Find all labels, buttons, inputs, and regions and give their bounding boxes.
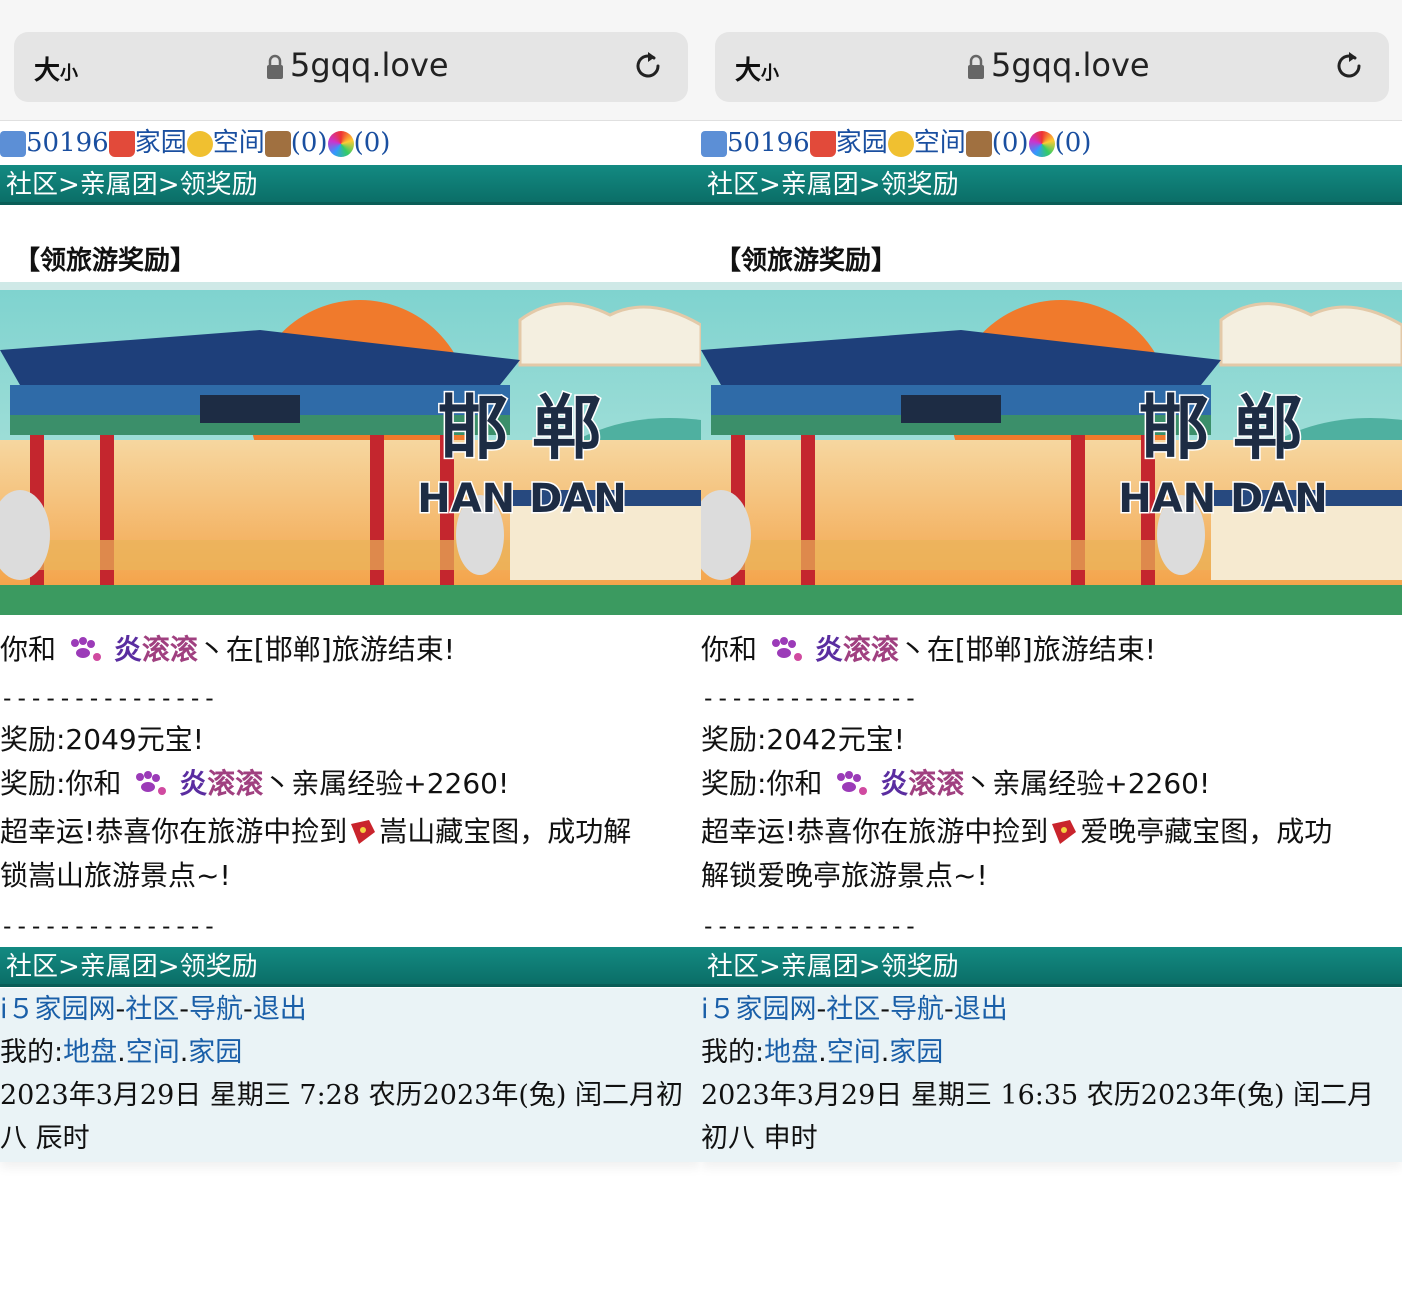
home-link[interactable]: 家园	[188, 1037, 242, 1068]
color-wheel-icon	[1028, 131, 1055, 157]
home-icon	[108, 131, 135, 157]
divider	[701, 282, 1402, 290]
handan-banner-image: 邯 郸 HAN DAN	[701, 290, 1402, 615]
treasure-map-message: 超幸运!恭喜你在旅游中捡到 嵩山藏宝图，成功解 锁嵩山旅游景点~!	[0, 815, 632, 892]
home-link[interactable]: 家园	[836, 128, 888, 158]
travel-finished-line: 你和 炎滚滚丶在[邯郸]旅游结束!	[0, 633, 455, 666]
footer: i５家园网-社区-导航-退出 我的:地盘.空间.家园 2023年3月29日 星期…	[0, 988, 701, 1162]
breadcrumb-top[interactable]: 社区>亲属团>领奖励	[701, 165, 1402, 205]
count-link-2[interactable]: (0)	[1055, 128, 1092, 158]
separator: ---------------	[701, 684, 918, 712]
section-title: 【领旅游奖励】	[715, 246, 898, 276]
section-title: 【领旅游奖励】	[14, 246, 197, 276]
reward-yuanbao: 奖励:2049元宝!	[0, 723, 204, 756]
travel-finished-line: 你和 炎滚滚丶在[邯郸]旅游结束!	[701, 633, 1156, 666]
home-link[interactable]: 家园	[889, 1037, 943, 1068]
color-wheel-icon	[327, 131, 354, 157]
star-icon	[186, 131, 213, 157]
home-icon	[809, 131, 836, 157]
right-phone-screenshot: 大小 5gqq.love 50196 家园 空间 (0) (0) 社区>亲属团>领奖励 …	[701, 0, 1402, 1306]
breadcrumb-top[interactable]: 社区>亲属团>领奖励	[0, 165, 701, 205]
divider	[0, 282, 701, 290]
star-icon	[887, 131, 914, 157]
space-link[interactable]: 空间	[827, 1037, 881, 1068]
space-link[interactable]: 空间	[914, 128, 966, 158]
site-link[interactable]: i５家园网	[701, 994, 817, 1025]
paw-icon	[136, 771, 167, 795]
text-size-button[interactable]: 大小	[34, 50, 78, 87]
space-link[interactable]: 空间	[213, 128, 265, 158]
nav-link[interactable]: 导航	[890, 994, 944, 1025]
footer: i５家园网-社区-导航-退出 我的:地盘.空间.家园 2023年3月29日 星期…	[701, 988, 1402, 1162]
banner-city-cn: 邯 郸	[1139, 387, 1303, 469]
land-link[interactable]: 地盘	[764, 1037, 818, 1068]
separator: ---------------	[701, 912, 918, 940]
handan-banner-image: 邯 郸 HAN DAN	[0, 290, 701, 615]
date-line-2: 初八 申时	[701, 1123, 818, 1154]
address-bar[interactable]: 大小 5gqq.love	[14, 32, 688, 102]
date-line: 2023年3月29日 星期三 7:28 农历2023年(兔) 闰二月初	[0, 1080, 683, 1111]
text-size-button[interactable]: 大小	[735, 50, 779, 87]
user-id-icon	[701, 131, 727, 157]
exit-link[interactable]: 退出	[954, 994, 1008, 1025]
paw-icon	[837, 771, 868, 795]
reward-experience-line: 奖励:你和 炎滚滚丶亲属经验+2260!	[701, 767, 1211, 800]
bank-icon	[965, 131, 992, 157]
exit-link[interactable]: 退出	[253, 994, 307, 1025]
footer-mine-line: 我的:地盘.空间.家园	[0, 1037, 243, 1068]
breadcrumb-bottom[interactable]: 社区>亲属团>领奖励	[701, 947, 1402, 987]
reload-icon[interactable]	[1331, 48, 1367, 84]
lock-icon	[267, 54, 283, 79]
separator: ---------------	[0, 912, 217, 940]
address-bar[interactable]: 大小 5gqq.love	[715, 32, 1389, 102]
lock-icon	[968, 54, 984, 79]
count-link-1[interactable]: (0)	[992, 128, 1029, 158]
paw-icon	[70, 637, 101, 661]
separator: ---------------	[0, 684, 217, 712]
url-text: 5gqq.love	[991, 46, 1150, 84]
banner-city-en: HAN DAN	[417, 476, 626, 522]
date-line-2: 八 辰时	[0, 1123, 90, 1154]
reward-yuanbao: 奖励:2042元宝!	[701, 723, 905, 756]
treasure-map-icon	[351, 820, 376, 844]
site-link[interactable]: i５家园网	[0, 994, 116, 1025]
breadcrumb-bottom[interactable]: 社区>亲属团>领奖励	[0, 947, 701, 987]
left-phone-screenshot: 大小 5gqq.love 50196 家园 空间 (0) (0) 社区>亲属团>领奖励 …	[0, 0, 701, 1306]
count-link-1[interactable]: (0)	[291, 128, 328, 158]
space-link[interactable]: 空间	[126, 1037, 180, 1068]
treasure-map-icon	[1052, 820, 1077, 844]
url-text: 5gqq.love	[290, 46, 449, 84]
nav-link[interactable]: 导航	[189, 994, 243, 1025]
user-id-link[interactable]: 50196	[727, 128, 810, 158]
banner-city-cn: 邯 郸	[438, 387, 602, 469]
user-topline: 50196 家园 空间 (0) (0)	[0, 122, 701, 164]
user-id-link[interactable]: 50196	[26, 128, 109, 158]
paw-icon	[771, 637, 802, 661]
footer-nav-line: i５家园网-社区-导航-退出	[0, 994, 307, 1025]
count-link-2[interactable]: (0)	[354, 128, 391, 158]
land-link[interactable]: 地盘	[63, 1037, 117, 1068]
footer-nav-line: i５家园网-社区-导航-退出	[701, 994, 1008, 1025]
community-link[interactable]: 社区	[125, 994, 179, 1025]
bank-icon	[264, 131, 291, 157]
reward-experience-line: 奖励:你和 炎滚滚丶亲属经验+2260!	[0, 767, 510, 800]
footer-mine-line: 我的:地盘.空间.家园	[701, 1037, 944, 1068]
browser-toolbar: 大小 5gqq.love	[701, 0, 1402, 121]
reload-icon[interactable]	[630, 48, 666, 84]
user-id-icon	[0, 131, 26, 157]
banner-city-en: HAN DAN	[1118, 476, 1327, 522]
browser-toolbar: 大小 5gqq.love	[0, 0, 701, 121]
community-link[interactable]: 社区	[826, 994, 880, 1025]
date-line: 2023年3月29日 星期三 16:35 农历2023年(兔) 闰二月	[701, 1080, 1375, 1111]
treasure-map-message: 超幸运!恭喜你在旅游中捡到 爱晚亭藏宝图，成功 解锁爱晚亭旅游景点~!	[701, 815, 1333, 892]
user-topline: 50196 家园 空间 (0) (0)	[701, 122, 1402, 164]
home-link[interactable]: 家园	[135, 128, 187, 158]
